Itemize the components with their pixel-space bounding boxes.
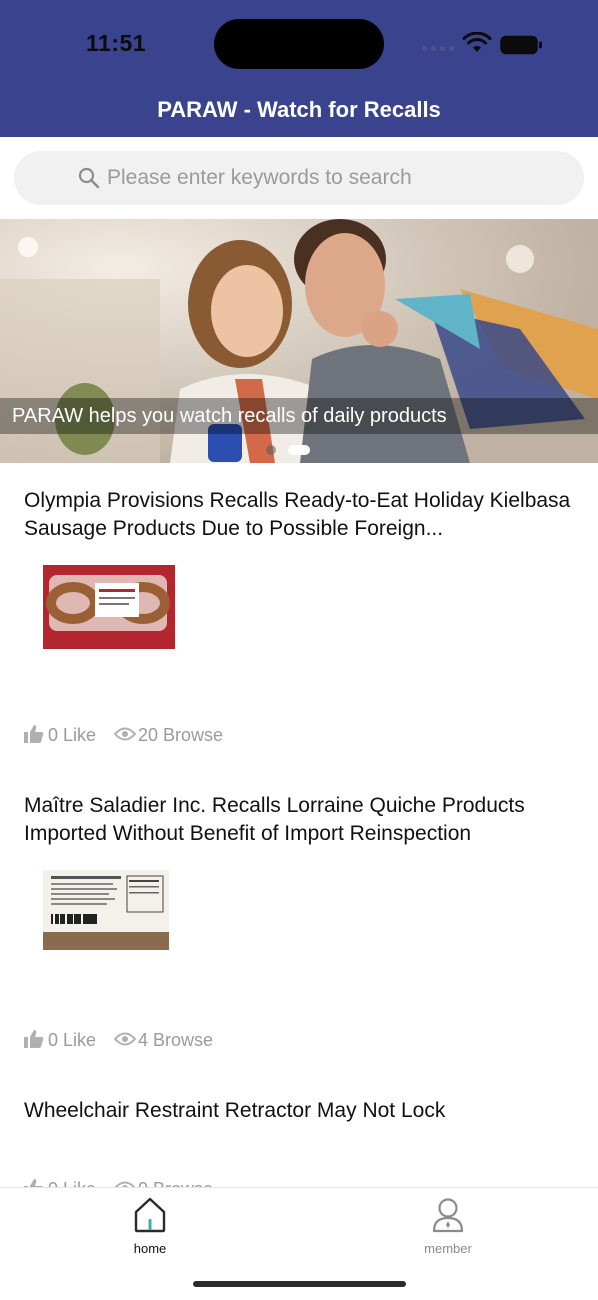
list-item[interactable]: Maître Saladier Inc. Recalls Lorraine Qu… [0, 791, 598, 1061]
tab-home-label: home [133, 1241, 167, 1256]
cellular-signal-icon [422, 46, 454, 52]
item-title[interactable]: Maître Saladier Inc. Recalls Lorraine Qu… [24, 792, 579, 848]
search-bar[interactable]: Please enter keywords to search [14, 151, 584, 205]
home-indicator[interactable] [193, 1281, 406, 1287]
like-count[interactable]: 0 Like [48, 725, 96, 746]
list-item[interactable]: Olympia Provisions Recalls Ready-to-Eat … [0, 486, 598, 756]
banner-caption: PARAW helps you watch recalls of daily p… [12, 405, 447, 427]
banner-carousel[interactable]: PARAW helps you watch recalls of daily p… [0, 219, 598, 463]
person-icon [432, 1198, 464, 1233]
carousel-dot-1[interactable] [266, 445, 276, 455]
carousel-dot-2-active[interactable] [288, 445, 310, 455]
eye-icon [114, 727, 136, 741]
item-title[interactable]: Olympia Provisions Recalls Ready-to-Eat … [24, 487, 579, 543]
like-count[interactable]: 0 Like [48, 1030, 96, 1051]
search-input[interactable]: Please enter keywords to search [107, 166, 412, 190]
thumbs-up-icon[interactable] [24, 1030, 44, 1048]
battery-icon [500, 35, 542, 55]
carousel-indicator[interactable] [266, 445, 326, 455]
item-title[interactable]: Wheelchair Restraint Retractor May Not L… [24, 1097, 579, 1125]
thumbs-up-icon[interactable] [24, 725, 44, 743]
wifi-icon [462, 32, 492, 52]
product-image [43, 565, 175, 649]
tab-member[interactable]: member [388, 1196, 508, 1256]
search-icon [78, 167, 100, 189]
status-icons [422, 32, 546, 56]
tab-home[interactable]: home [90, 1196, 210, 1256]
page-title: PARAW - Watch for Recalls [157, 97, 441, 122]
home-icon [134, 1197, 166, 1233]
product-image [43, 870, 169, 950]
eye-icon [114, 1032, 136, 1046]
app-header: 11:51 PARAW - Watch for Recalls [0, 0, 598, 137]
browse-count: 20 Browse [138, 725, 224, 745]
tab-member-label: member [424, 1241, 472, 1256]
dynamic-island [214, 19, 384, 69]
status-time: 11:51 [86, 30, 147, 56]
browse-count: 4 Browse [138, 1030, 214, 1050]
